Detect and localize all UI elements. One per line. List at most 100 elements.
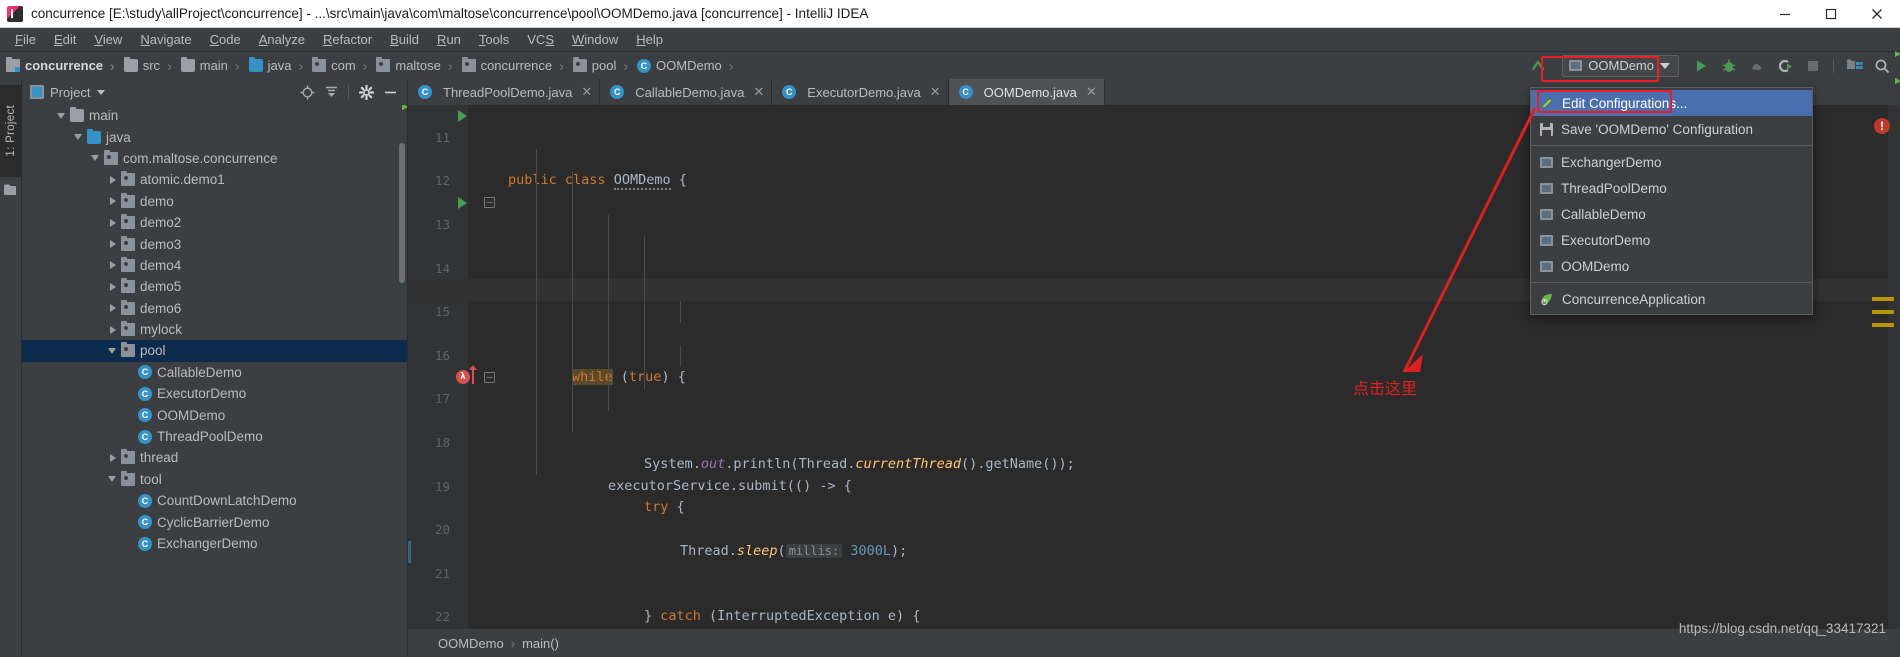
tree-node-demo[interactable]: demo <box>22 191 407 212</box>
tree-expand-arrow-icon[interactable] <box>107 345 119 357</box>
collapse-all-button[interactable] <box>320 81 342 103</box>
select-opened-file-button[interactable] <box>296 81 318 103</box>
tree-node-demo2[interactable]: demo2 <box>22 212 407 233</box>
tree-expand-arrow-icon[interactable] <box>107 473 119 485</box>
breadcrumb-java[interactable]: java › <box>243 54 307 77</box>
menu-item-threadpooldemo[interactable]: ThreadPoolDemo <box>1531 175 1812 201</box>
tree-node-demo5[interactable]: demo5 <box>22 276 407 297</box>
tree-expand-arrow-icon[interactable] <box>73 131 85 143</box>
tree-node-demo4[interactable]: demo4 <box>22 255 407 276</box>
menu-refactor[interactable]: Refactor <box>314 29 381 50</box>
tree-expand-arrow-icon[interactable] <box>107 324 119 336</box>
menu-item-callabledemo[interactable]: CallableDemo <box>1531 201 1812 227</box>
menu-run[interactable]: Run <box>428 29 470 50</box>
menu-item-oomdemo[interactable]: OOMDemo <box>1531 253 1812 279</box>
close-button[interactable] <box>1854 0 1900 28</box>
run-configuration-selector[interactable]: OOMDemo <box>1562 54 1679 77</box>
project-tree[interactable]: main java com.maltose.concurrence atomic.de… <box>22 105 407 657</box>
tree-expand-arrow-icon[interactable] <box>107 217 119 229</box>
tree-expand-arrow-icon[interactable] <box>90 152 102 164</box>
tree-node-cyclicbarrierdemo[interactable]: C CyclicBarrierDemo <box>22 511 407 532</box>
close-icon[interactable]: ✕ <box>1086 84 1097 100</box>
hide-panel-button[interactable] <box>379 81 401 103</box>
menu-item-executordemo[interactable]: ExecutorDemo <box>1531 227 1812 253</box>
search-everywhere-icon[interactable] <box>1868 54 1896 78</box>
tree-expand-arrow-icon[interactable] <box>107 302 119 314</box>
menu-item-concurrence-application[interactable]: ConcurrenceApplication <box>1531 286 1812 312</box>
breadcrumb-maltose[interactable]: maltose › <box>370 54 455 77</box>
error-indicator-icon[interactable]: ! <box>1874 118 1890 134</box>
tree-node-countdownlatchdemo[interactable]: C CountDownLatchDemo <box>22 490 407 511</box>
tree-node-callabledemo[interactable]: C CallableDemo <box>22 362 407 383</box>
tree-node-java[interactable]: java <box>22 126 407 147</box>
menu-code[interactable]: Code <box>201 29 250 50</box>
tree-node-thread[interactable]: thread <box>22 447 407 468</box>
tree-node-com-maltose-concurrence[interactable]: com.maltose.concurrence <box>22 148 407 169</box>
menu-help[interactable]: Help <box>627 29 672 50</box>
breadcrumb-class[interactable]: OOMDemo <box>438 636 504 651</box>
tree-node-oomdemo[interactable]: C OOMDemo <box>22 404 407 425</box>
profile-button[interactable] <box>1771 54 1799 78</box>
tree-expand-arrow-icon[interactable] <box>107 238 119 250</box>
project-structure-icon[interactable] <box>1840 54 1868 78</box>
breadcrumb-main[interactable]: main › <box>175 54 243 77</box>
breadcrumb-concurrence[interactable]: concurrence › <box>0 54 118 77</box>
tree-node-atomic-demo1[interactable]: atomic.demo1 <box>22 169 407 190</box>
editor-tab-executordemo[interactable]: C ExecutorDemo.java ✕ <box>772 79 949 105</box>
structure-icon[interactable] <box>4 183 18 195</box>
debug-button[interactable] <box>1715 54 1743 78</box>
run-class-gutter-icon[interactable] <box>458 110 467 122</box>
fold-marker-icon[interactable]: – <box>484 197 495 209</box>
menu-vcs[interactable]: VCS <box>518 29 563 50</box>
breadcrumb-com[interactable]: com › <box>306 54 370 77</box>
tool-window-tab-project[interactable]: 1: Project <box>0 85 22 177</box>
project-tree-scrollbar[interactable] <box>399 143 405 283</box>
run-button[interactable] <box>1687 54 1715 78</box>
menu-view[interactable]: View <box>85 29 131 50</box>
tree-expand-arrow-icon[interactable] <box>107 259 119 271</box>
breadcrumb-method[interactable]: main() <box>522 636 559 651</box>
menu-edit[interactable]: Edit <box>45 29 85 50</box>
tree-node-pool[interactable]: pool <box>22 340 407 362</box>
tree-expand-arrow-icon[interactable] <box>107 452 119 464</box>
menu-item-save-configuration[interactable]: Save 'OOMDemo' Configuration <box>1531 116 1812 142</box>
close-icon[interactable]: ✕ <box>753 84 764 100</box>
breadcrumb-src[interactable]: src › <box>118 54 175 77</box>
menu-analyze[interactable]: Analyze <box>250 29 314 50</box>
maximize-button[interactable] <box>1808 0 1854 28</box>
tree-node-demo3[interactable]: demo3 <box>22 233 407 254</box>
editor-tab-oomdemo[interactable]: C OOMDemo.java ✕ <box>948 79 1105 105</box>
menu-build[interactable]: Build <box>381 29 428 50</box>
menu-navigate[interactable]: Navigate <box>131 29 200 50</box>
tree-node-exchangerdemo[interactable]: C ExchangerDemo <box>22 533 407 554</box>
editor-tab-threadpooldemo[interactable]: C ThreadPoolDemo.java ✕ <box>408 79 601 105</box>
tree-node-threadpooldemo[interactable]: C ThreadPoolDemo <box>22 426 407 447</box>
lambda-gutter-icon[interactable]: λ <box>456 369 470 384</box>
tree-node-tool[interactable]: tool <box>22 469 407 490</box>
menu-file[interactable]: File <box>6 29 45 50</box>
update-project-icon[interactable] <box>1524 54 1552 78</box>
stop-button[interactable] <box>1799 54 1827 78</box>
warning-stripe[interactable] <box>1872 310 1894 314</box>
editor-tab-callabledemo[interactable]: C CallableDemo.java ✕ <box>600 79 773 105</box>
menu-tools[interactable]: Tools <box>470 29 518 50</box>
menu-window[interactable]: Window <box>563 29 627 50</box>
menu-item-edit-configurations[interactable]: Edit Configurations... <box>1531 90 1812 116</box>
close-icon[interactable]: ✕ <box>581 84 592 100</box>
warning-stripe[interactable] <box>1872 323 1894 327</box>
editor-marker-bar[interactable] <box>1888 105 1900 629</box>
minimize-button[interactable] <box>1762 0 1808 28</box>
tree-node-main[interactable]: main <box>22 105 407 126</box>
fold-marker-icon[interactable]: – <box>484 371 495 383</box>
tree-node-demo6[interactable]: demo6 <box>22 298 407 319</box>
tree-node-mylock[interactable]: mylock <box>22 319 407 340</box>
breadcrumb-pool[interactable]: pool › <box>567 54 631 77</box>
tree-expand-arrow-icon[interactable] <box>107 174 119 186</box>
breadcrumb-concurrence[interactable]: concurrence › <box>456 54 567 77</box>
warning-stripe[interactable] <box>1872 297 1894 301</box>
tree-expand-arrow-icon[interactable] <box>107 195 119 207</box>
close-icon[interactable]: ✕ <box>930 84 941 100</box>
menu-item-exchangerdemo[interactable]: ExchangerDemo <box>1531 149 1812 175</box>
chevron-down-icon[interactable] <box>97 89 106 95</box>
breadcrumb-oomdemo[interactable]: C OOMDemo › <box>631 54 736 77</box>
